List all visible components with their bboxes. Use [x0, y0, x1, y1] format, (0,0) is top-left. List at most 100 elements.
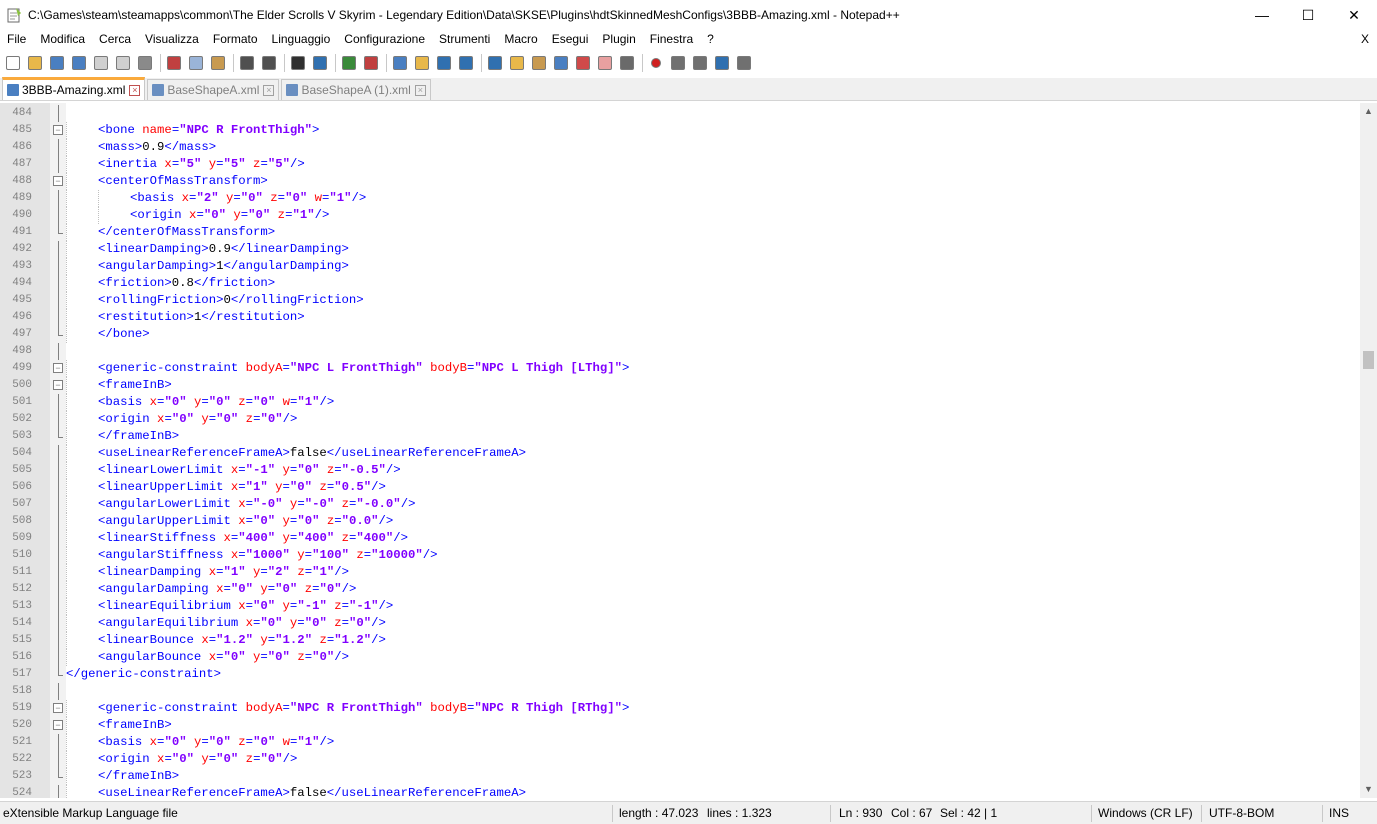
code-line[interactable]: </generic-constraint> — [66, 666, 1377, 683]
vertical-scrollbar[interactable]: ▲ ▼ — [1360, 103, 1377, 798]
menu-configurazione[interactable]: Configurazione — [337, 30, 432, 49]
code-line[interactable]: <frameInB> — [98, 717, 1377, 734]
fold-toggle-icon[interactable]: − — [53, 720, 63, 730]
code-line[interactable]: <friction>0.8</friction> — [98, 275, 1377, 292]
folder-as-workspace-icon[interactable] — [573, 53, 593, 73]
maximize-button[interactable]: ☐ — [1285, 0, 1331, 30]
fold-toggle-icon[interactable]: − — [53, 703, 63, 713]
scrollbar-thumb[interactable] — [1363, 351, 1374, 370]
code-line[interactable]: </bone> — [98, 326, 1377, 343]
menu-esegui[interactable]: Esegui — [545, 30, 596, 49]
code-line[interactable]: <linearDamping x="1" y="2" z="1"/> — [98, 564, 1377, 581]
paste-icon[interactable] — [208, 53, 228, 73]
close-all-icon[interactable] — [113, 53, 133, 73]
code-line[interactable]: <angularDamping>1</angularDamping> — [98, 258, 1377, 275]
menu-plugin[interactable]: Plugin — [595, 30, 642, 49]
open-file-icon[interactable] — [25, 53, 45, 73]
fold-toggle-icon[interactable]: − — [53, 363, 63, 373]
code-line[interactable]: <basis x="0" y="0" z="0" w="1"/> — [98, 394, 1377, 411]
code-line[interactable]: <angularEquilibrium x="0" y="0" z="0"/> — [98, 615, 1377, 632]
code-line[interactable]: <angularLowerLimit x="-0" y="-0" z="-0.0… — [98, 496, 1377, 513]
tab-close-icon[interactable]: × — [129, 84, 141, 96]
code-line[interactable] — [34, 105, 1377, 122]
close-document-button[interactable]: X — [1361, 30, 1369, 49]
code-line[interactable]: </centerOfMassTransform> — [98, 224, 1377, 241]
undo-icon[interactable] — [237, 53, 257, 73]
code-line[interactable]: <linearDamping>0.9</linearDamping> — [98, 241, 1377, 258]
code-line[interactable]: <basis x="0" y="0" z="0" w="1"/> — [98, 734, 1377, 751]
play-macro-icon[interactable] — [690, 53, 710, 73]
menu-modifica[interactable]: Modifica — [33, 30, 92, 49]
code-line[interactable]: <centerOfMassTransform> — [98, 173, 1377, 190]
code-line[interactable]: <angularStiffness x="1000" y="100" z="10… — [98, 547, 1377, 564]
code-line[interactable]: </frameInB> — [98, 428, 1377, 445]
scroll-down-arrow-icon[interactable]: ▼ — [1360, 781, 1377, 798]
indent-guide-icon[interactable] — [485, 53, 505, 73]
close-icon[interactable] — [91, 53, 111, 73]
tab-baseshapea-xml[interactable]: BaseShapeA.xml × — [147, 79, 280, 100]
user-language-icon[interactable] — [507, 53, 527, 73]
code-line[interactable]: <useLinearReferenceFrameA>false</useLine… — [98, 785, 1377, 798]
zoom-in-icon[interactable] — [339, 53, 359, 73]
editor[interactable]: 484 485− <bone name="NPC R FrontThigh"> 486… — [0, 103, 1377, 798]
menu-finestra[interactable]: Finestra — [643, 30, 700, 49]
menu-visualizza[interactable]: Visualizza — [138, 30, 206, 49]
code-line[interactable]: <origin x="0" y="0" z="1"/> — [130, 207, 1377, 224]
code-line[interactable]: <linearUpperLimit x="1" y="0" z="0.5"/> — [98, 479, 1377, 496]
show-all-chars-icon[interactable] — [456, 53, 476, 73]
document-map-icon[interactable] — [529, 53, 549, 73]
menu-macro[interactable]: Macro — [497, 30, 544, 49]
new-file-icon[interactable] — [3, 53, 23, 73]
sync-horizontal-icon[interactable] — [412, 53, 432, 73]
code-line[interactable]: </frameInB> — [98, 768, 1377, 785]
code-line[interactable]: <frameInB> — [98, 377, 1377, 394]
code-line[interactable]: <rollingFriction>0</rollingFriction> — [98, 292, 1377, 309]
status-eol[interactable]: Windows (CR LF) — [1098, 802, 1193, 824]
word-wrap-icon[interactable] — [434, 53, 454, 73]
monitoring-icon[interactable] — [617, 53, 637, 73]
code-line[interactable] — [34, 683, 1377, 700]
code-line[interactable]: <useLinearReferenceFrameA>false</useLine… — [98, 445, 1377, 462]
close-window-button[interactable]: ✕ — [1331, 0, 1377, 30]
code-line[interactable]: <restitution>1</restitution> — [98, 309, 1377, 326]
code-line[interactable]: <basis x="2" y="0" z="0" w="1"/> — [130, 190, 1377, 207]
code-line[interactable]: <linearEquilibrium x="0" y="-1" z="-1"/> — [98, 598, 1377, 615]
folder-icon[interactable] — [595, 53, 615, 73]
tab-close-icon[interactable]: × — [414, 84, 426, 96]
save-all-icon[interactable] — [69, 53, 89, 73]
fold-toggle-icon[interactable]: − — [53, 125, 63, 135]
code-line[interactable]: <origin x="0" y="0" z="0"/> — [98, 751, 1377, 768]
scroll-up-arrow-icon[interactable]: ▲ — [1360, 103, 1377, 120]
replace-icon[interactable] — [310, 53, 330, 73]
code-line[interactable]: <mass>0.9</mass> — [98, 139, 1377, 156]
menu-cerca[interactable]: Cerca — [92, 30, 138, 49]
code-line[interactable]: <linearLowerLimit x="-1" y="0" z="-0.5"/… — [98, 462, 1377, 479]
run-macro-multiple-icon[interactable] — [712, 53, 732, 73]
save-icon[interactable] — [47, 53, 67, 73]
menu-help[interactable]: ? — [700, 30, 721, 49]
code-line[interactable]: <angularUpperLimit x="0" y="0" z="0.0"/> — [98, 513, 1377, 530]
record-macro-icon[interactable] — [646, 53, 666, 73]
code-line[interactable]: <generic-constraint bodyA="NPC L FrontTh… — [98, 360, 1377, 377]
print-icon[interactable] — [135, 53, 155, 73]
menu-linguaggio[interactable]: Linguaggio — [265, 30, 338, 49]
redo-icon[interactable] — [259, 53, 279, 73]
zoom-out-icon[interactable] — [361, 53, 381, 73]
sync-vertical-icon[interactable] — [390, 53, 410, 73]
menu-file[interactable]: File — [0, 30, 33, 49]
stop-macro-icon[interactable] — [668, 53, 688, 73]
code-line[interactable]: <bone name="NPC R FrontThigh"> — [98, 122, 1377, 139]
fold-toggle-icon[interactable]: − — [53, 380, 63, 390]
copy-icon[interactable] — [186, 53, 206, 73]
status-encoding[interactable]: UTF-8-BOM — [1209, 802, 1274, 824]
cut-icon[interactable] — [164, 53, 184, 73]
code-line[interactable]: <origin x="0" y="0" z="0"/> — [98, 411, 1377, 428]
tab-baseshapea-1-xml[interactable]: BaseShapeA (1).xml × — [281, 79, 431, 100]
code-line[interactable] — [34, 343, 1377, 360]
menu-strumenti[interactable]: Strumenti — [432, 30, 497, 49]
menu-formato[interactable]: Formato — [206, 30, 265, 49]
function-list-icon[interactable] — [551, 53, 571, 73]
code-line[interactable]: <linearStiffness x="400" y="400" z="400"… — [98, 530, 1377, 547]
save-macro-icon[interactable] — [734, 53, 754, 73]
find-icon[interactable] — [288, 53, 308, 73]
